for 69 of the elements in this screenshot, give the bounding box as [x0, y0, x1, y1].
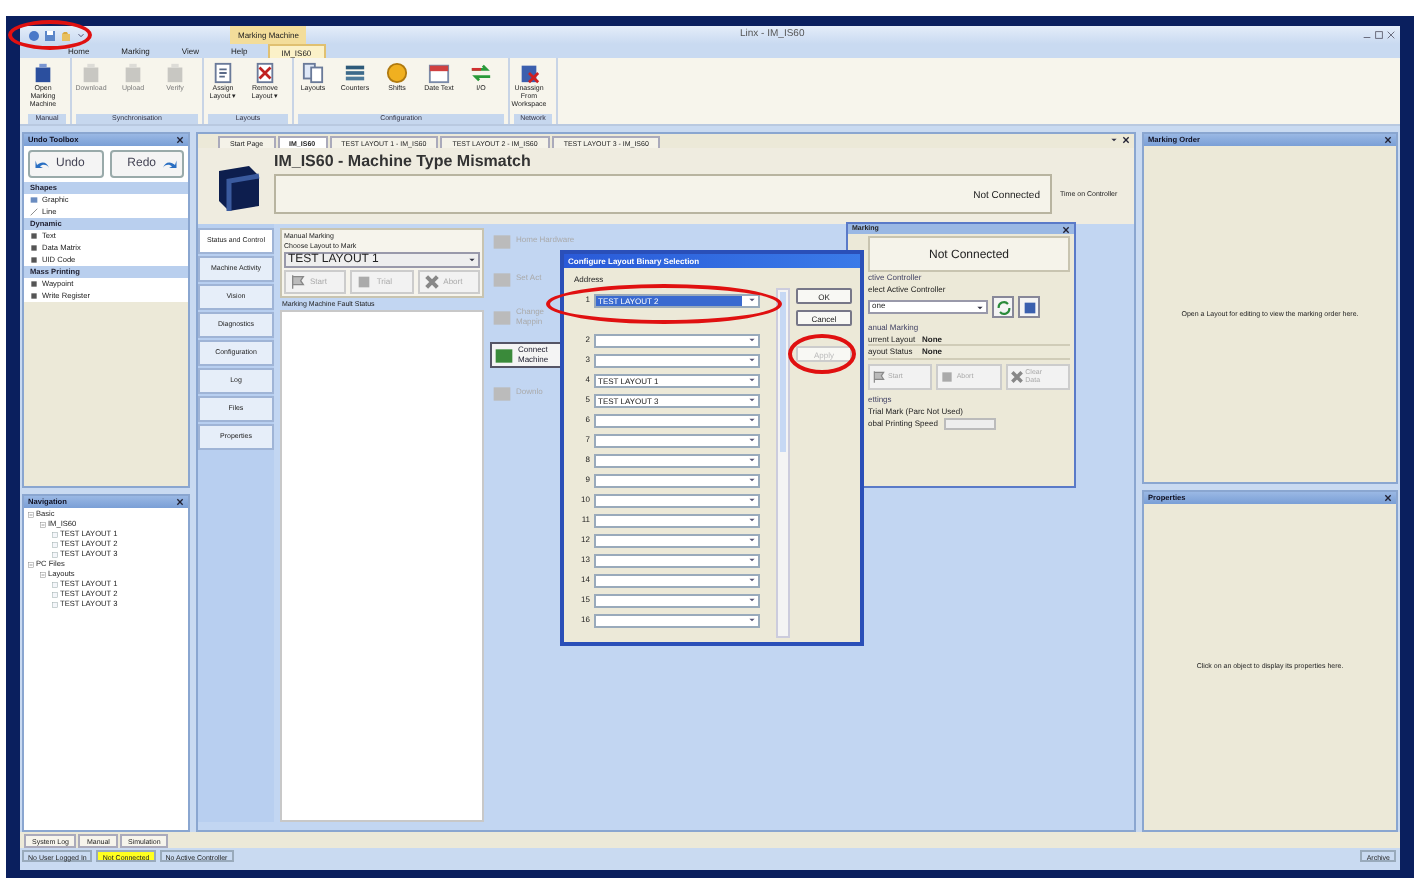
arrows-icon[interactable] — [470, 62, 492, 84]
square-icon — [356, 274, 373, 291]
dropdown-icon — [748, 376, 756, 384]
document-icon[interactable] — [212, 62, 234, 84]
layout-dropdown[interactable] — [594, 533, 760, 547]
cross-icon — [423, 274, 440, 291]
expander-icon[interactable] — [28, 512, 34, 518]
documents-icon[interactable] — [302, 62, 324, 84]
dropdown-icon — [748, 416, 756, 424]
dropdown-icon[interactable] — [1110, 136, 1118, 144]
dropdown-icon — [748, 556, 756, 564]
dropdown-icon — [748, 616, 756, 624]
dropdown-icon — [748, 496, 756, 504]
device-button[interactable] — [1018, 296, 1040, 319]
layout-dropdown[interactable] — [594, 333, 760, 347]
cross-icon — [1009, 369, 1024, 384]
document-remove-icon[interactable] — [254, 62, 276, 84]
dropdown-icon — [748, 476, 756, 484]
expander-icon[interactable] — [40, 522, 46, 528]
curved-arrow-icon — [160, 155, 178, 173]
scroll-thumb[interactable] — [780, 292, 786, 452]
layout-dropdown[interactable] — [594, 473, 760, 487]
expander-icon[interactable] — [40, 572, 46, 578]
flag-icon — [872, 369, 886, 384]
close-icon[interactable] — [1122, 136, 1130, 144]
dropdown-icon — [748, 356, 756, 364]
layout-dropdown[interactable] — [594, 593, 760, 607]
close-icon[interactable] — [1384, 136, 1392, 144]
close-icon[interactable] — [1062, 225, 1070, 233]
layout-dropdown[interactable] — [594, 413, 760, 427]
layout-dropdown[interactable] — [594, 553, 760, 567]
dropdown-icon — [748, 536, 756, 544]
close-icon[interactable] — [176, 136, 184, 144]
refresh-button[interactable] — [992, 296, 1014, 319]
layout-dropdown[interactable] — [594, 493, 760, 507]
layout-dropdown[interactable] — [594, 513, 760, 527]
flag-icon — [290, 274, 306, 291]
dropdown-icon — [748, 576, 756, 584]
coin-icon[interactable] — [386, 62, 408, 84]
stack-icon[interactable] — [344, 62, 366, 84]
dropdown-icon — [748, 516, 756, 524]
layout-dropdown[interactable] — [594, 433, 760, 447]
close-icon[interactable] — [1384, 494, 1392, 502]
calendar-icon[interactable] — [428, 62, 450, 84]
dropdown-icon — [468, 256, 476, 265]
dropdown-icon — [748, 596, 756, 604]
image-icon — [30, 196, 38, 204]
app-icon[interactable] — [28, 29, 40, 41]
folder-icon[interactable] — [60, 29, 72, 41]
refresh-icon — [995, 299, 1011, 316]
layout-dropdown[interactable] — [594, 613, 760, 627]
dropdown-icon — [748, 336, 756, 344]
scrollbar[interactable] — [776, 288, 790, 638]
machine-title: IM_IS60 - Machine Type Mismatch — [274, 152, 533, 171]
layout-dropdown[interactable] — [594, 453, 760, 467]
dropdown-icon — [748, 436, 756, 444]
expander-icon[interactable] — [28, 562, 34, 568]
close-icon[interactable] — [176, 498, 184, 506]
layout-dropdown[interactable] — [594, 573, 760, 587]
dropdown-icon — [748, 396, 756, 404]
layout-dropdown[interactable] — [594, 353, 760, 367]
speed-field[interactable] — [943, 418, 996, 431]
dropdown-icon — [748, 456, 756, 464]
square-icon — [940, 369, 955, 384]
maximize-icon[interactable] — [1374, 30, 1384, 40]
line-icon — [30, 208, 38, 216]
dropdown-icon — [976, 303, 984, 312]
device-remove-icon[interactable] — [518, 62, 540, 84]
dropdown-icon — [748, 296, 756, 304]
